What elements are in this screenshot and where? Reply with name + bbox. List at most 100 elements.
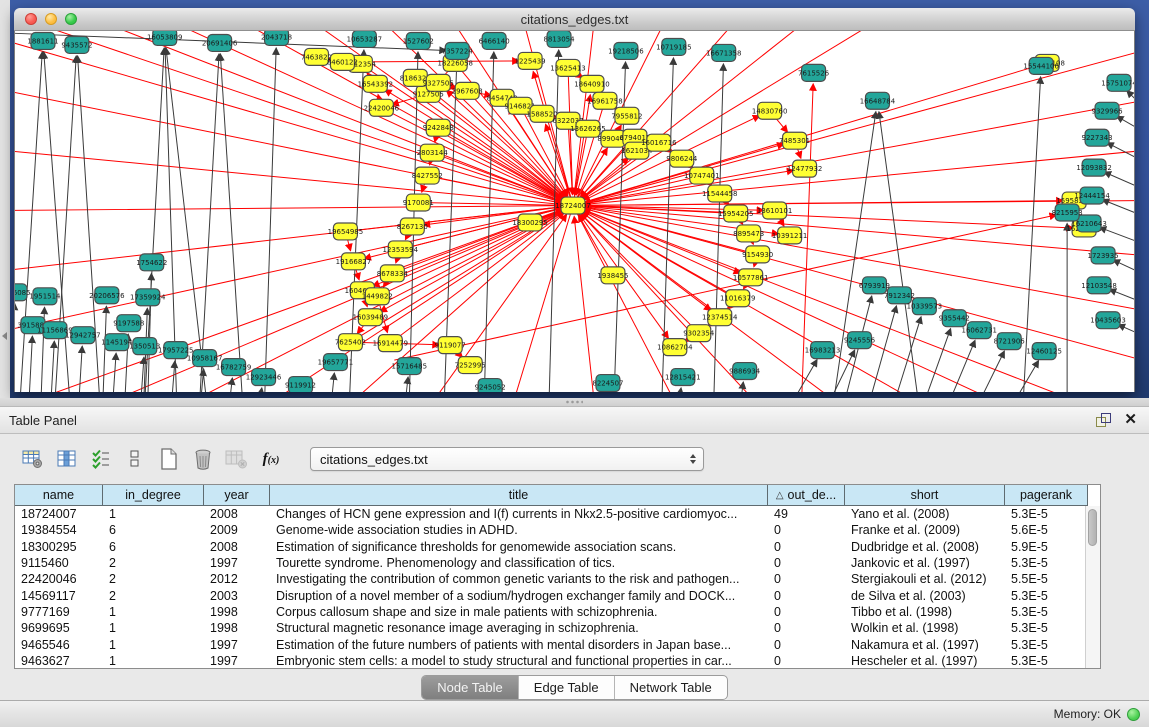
cell-out-degree[interactable]: 0 xyxy=(768,621,845,635)
network-canvas[interactable]: 1872400718300295881235416543392224200469… xyxy=(15,31,1134,392)
cell-in-degree[interactable]: 6 xyxy=(103,540,204,554)
tab-network-table[interactable]: Network Table xyxy=(615,676,727,699)
graph-node[interactable]: 9242848 xyxy=(423,119,454,136)
graph-node[interactable]: 9806244 xyxy=(666,150,698,167)
minimize-window-button[interactable] xyxy=(45,13,57,25)
cell-in-degree[interactable]: 2 xyxy=(103,556,204,570)
graph-node[interactable]: 9154930 xyxy=(742,246,773,263)
graph-node[interactable]: 1938455 xyxy=(597,267,628,284)
cell-out-degree[interactable]: 0 xyxy=(768,540,845,554)
table-row[interactable]: 969969511998Structural magnetic resonanc… xyxy=(15,620,1086,636)
panel-collapse-arrow[interactable] xyxy=(2,332,7,340)
graph-node[interactable]: 2967608 xyxy=(452,82,483,99)
cell-name[interactable]: 19384554 xyxy=(15,523,103,537)
graph-node[interactable]: 9886934 xyxy=(729,363,761,380)
graph-node[interactable]: 16961758 xyxy=(587,92,623,109)
cell-year[interactable]: 1998 xyxy=(204,621,270,635)
cell-out-degree[interactable]: 0 xyxy=(768,654,845,668)
cell-short[interactable]: Tibbo et al. (1998) xyxy=(845,605,1005,619)
graph-node[interactable]: 16062731 xyxy=(962,322,998,339)
table-row[interactable]: 946554611997Estimation of the future num… xyxy=(15,636,1086,652)
close-window-button[interactable] xyxy=(25,13,37,25)
cell-title[interactable]: Tourette syndrome. Phenomenology and cla… xyxy=(270,556,768,570)
cell-year[interactable]: 2003 xyxy=(204,589,270,603)
graph-node[interactable]: 1449822 xyxy=(362,288,393,305)
graph-node[interactable]: 16671358 xyxy=(706,44,742,61)
cell-name[interactable]: 14569117 xyxy=(15,589,103,603)
table-selector-dropdown[interactable]: citations_edges.txt xyxy=(310,447,704,471)
graph-node[interactable]: 8224507 xyxy=(592,375,623,392)
cell-name[interactable]: 9463627 xyxy=(15,654,103,668)
cell-name[interactable]: 9699695 xyxy=(15,621,103,635)
cell-year[interactable]: 1998 xyxy=(204,605,270,619)
graph-node[interactable]: 6466140 xyxy=(479,32,510,49)
cell-year[interactable]: 2008 xyxy=(204,540,270,554)
cell-short[interactable]: Hescheler et al. (1997) xyxy=(845,654,1005,668)
network-window-titlebar[interactable]: citations_edges.txt xyxy=(14,8,1135,31)
graph-node[interactable]: 19654985 xyxy=(328,223,364,240)
graph-node[interactable]: 9197588 xyxy=(113,315,144,332)
show-columns-button[interactable] xyxy=(52,445,82,473)
cell-short[interactable]: Franke et al. (2009) xyxy=(845,523,1005,537)
graph-node[interactable]: 12477932 xyxy=(787,160,823,177)
cell-short[interactable]: Yano et al. (2008) xyxy=(845,507,1005,521)
table-settings-button[interactable] xyxy=(18,445,48,473)
import-table-button[interactable] xyxy=(154,445,184,473)
cell-year[interactable]: 2012 xyxy=(204,572,270,586)
graph-node[interactable]: 15716485 xyxy=(392,358,428,375)
graph-node[interactable]: 1527602 xyxy=(403,32,434,49)
graph-node[interactable]: 8721906 xyxy=(994,333,1025,350)
table-row[interactable]: 2242004622012Investigating the contribut… xyxy=(15,571,1086,587)
cell-title[interactable]: Investigating the contribution of common… xyxy=(270,572,768,586)
cell-out-degree[interactable]: 0 xyxy=(768,523,845,537)
cell-name[interactable]: 18724007 xyxy=(15,507,103,521)
graph-node[interactable]: 9355442 xyxy=(939,310,970,327)
column-header-name[interactable]: name xyxy=(15,485,103,506)
graph-node[interactable]: 2803144 xyxy=(417,144,449,161)
graph-node[interactable]: 9170081 xyxy=(403,194,434,211)
graph-node[interactable]: 16053809 xyxy=(147,31,183,45)
graph-node[interactable]: 16983213 xyxy=(805,342,841,359)
cell-year[interactable]: 2009 xyxy=(204,523,270,537)
scrollbar-thumb[interactable] xyxy=(1088,509,1097,546)
column-header-in-degree[interactable]: in_degree xyxy=(103,485,204,506)
table-row[interactable]: 977716911998Corpus callosum shape and si… xyxy=(15,604,1086,620)
cell-year[interactable]: 1997 xyxy=(204,638,270,652)
graph-node[interactable]: 7615526 xyxy=(798,64,829,81)
cell-pagerank[interactable]: 5.3E-5 xyxy=(1005,638,1088,652)
cell-pagerank[interactable]: 5.3E-5 xyxy=(1005,589,1088,603)
graph-node[interactable]: 10391211 xyxy=(772,227,808,244)
graph-node[interactable]: 1350513 xyxy=(129,338,160,355)
graph-node[interactable]: 10339573 xyxy=(907,298,943,315)
graph-node[interactable]: 1754622 xyxy=(136,254,167,271)
graph-node[interactable]: 15954205 xyxy=(718,205,754,222)
graph-node[interactable]: 12374514 xyxy=(702,309,738,326)
cell-name[interactable]: 9115460 xyxy=(15,556,103,570)
cell-title[interactable]: Estimation of the future numbers of pati… xyxy=(270,638,768,652)
delete-table-button[interactable] xyxy=(188,445,218,473)
graph-node[interactable]: 9329966 xyxy=(1092,102,1123,119)
graph-node[interactable]: 19218506 xyxy=(608,42,644,59)
cell-pagerank[interactable]: 5.9E-5 xyxy=(1005,540,1088,554)
graph-node[interactable]: 2043718 xyxy=(261,31,292,45)
cell-short[interactable]: Stergiakouli et al. (2012) xyxy=(845,572,1005,586)
column-header-title[interactable]: title xyxy=(270,485,768,506)
cell-year[interactable]: 1997 xyxy=(204,556,270,570)
graph-node[interactable]: 19166827 xyxy=(336,253,372,270)
column-header-short[interactable]: short xyxy=(845,485,1005,506)
horizontal-splitter[interactable] xyxy=(0,398,1149,407)
tab-node-table[interactable]: Node Table xyxy=(422,676,519,699)
graph-node[interactable]: 11544458 xyxy=(702,185,738,202)
graph-node[interactable]: 1881611 xyxy=(27,32,58,49)
cell-out-degree[interactable]: 0 xyxy=(768,589,845,603)
graph-node[interactable]: 12103548 xyxy=(1081,277,1117,294)
row-mode-button[interactable] xyxy=(120,445,150,473)
graph-node[interactable]: 9302354 xyxy=(683,325,715,342)
cell-year[interactable]: 2008 xyxy=(204,507,270,521)
graph-node[interactable]: 10577861 xyxy=(733,269,769,286)
cell-name[interactable]: 18300295 xyxy=(15,540,103,554)
graph-node[interactable]: 10653287 xyxy=(347,31,383,47)
cell-short[interactable]: Dudbridge et al. (2008) xyxy=(845,540,1005,554)
graph-node[interactable]: 13610101 xyxy=(757,202,793,219)
memory-status-indicator[interactable] xyxy=(1127,708,1140,721)
